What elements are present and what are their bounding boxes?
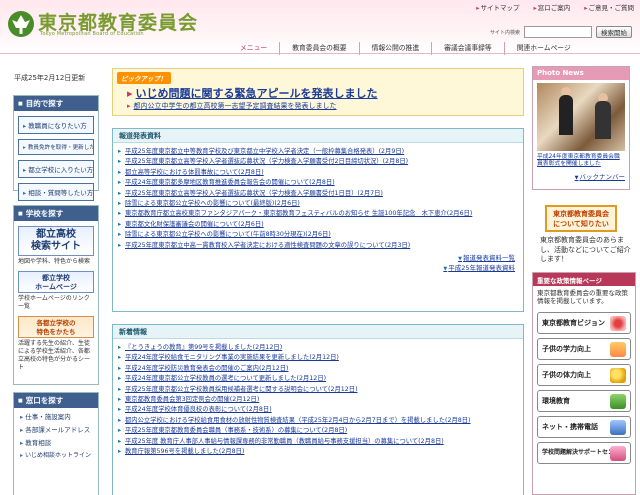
nav-menu: メニュー — [240, 44, 268, 52]
window-guide-link[interactable]: 窓口ご案内 — [533, 2, 571, 12]
list-item[interactable]: 除雪による東京都公立学校への影響について(午前8時30分現在)(2月6日) — [113, 230, 515, 240]
school-feature-banner[interactable]: 各都立学校の 特色をかたち — [18, 316, 94, 338]
policy-heading: 重要な政策情報ページ — [533, 273, 635, 286]
search-label: サイト内検索 — [489, 29, 520, 36]
press-2013-link[interactable]: 平成25年報道発表資料 — [121, 264, 515, 274]
photo-news-heading: Photo News — [533, 67, 629, 80]
nav-disclosure[interactable]: 情報公開の推進 — [358, 42, 432, 55]
top-links: サイトマップ 窓口ご案内 ご意見・ご質問 — [476, 2, 634, 12]
whats-new-heading: 新着情報 — [113, 325, 523, 339]
vision-icon — [610, 316, 626, 332]
update-date: 平成25年2月12日更新 — [14, 74, 86, 82]
school-search-heading: 学校を探す — [14, 206, 98, 221]
list-item[interactable]: 平成25年度東京都立中高一貫教育校入学者決定における適性検査問題の文章の誤りにつ… — [113, 241, 515, 251]
purpose-consult-button[interactable]: 相談・質問等したい方 — [18, 183, 94, 201]
photo-news-caption[interactable]: 平成24年度東京都教育委員会職員表彰式を開催しました — [533, 154, 629, 168]
whats-new-box: 新着情報 『とうきょうの教育』第99号を掲載しました(2月12日) 平成24年度… — [112, 324, 524, 495]
list-item[interactable]: 平成25年度東京都立高等学校入学者選抜応募状況（学力検査入学願書受付1日目）(2… — [113, 189, 515, 199]
search-area: サイト内検索 検索開始 — [490, 26, 632, 38]
policy-physical-button[interactable]: 子供の体力向上 — [537, 364, 631, 387]
feedback-link[interactable]: ご意見・ご質問 — [584, 2, 635, 12]
policy-label: 東京都教育ビジョン — [542, 319, 605, 328]
purpose-heading: 目的で探す — [14, 96, 98, 111]
policy-academic-button[interactable]: 子供の学力向上 — [537, 338, 631, 361]
press-list-link[interactable]: 報道発表資料一覧 — [121, 254, 515, 264]
photo-backnumber-link[interactable]: バックナンバー — [533, 168, 629, 184]
policy-support-center-button[interactable]: 学校問題解決サポートセンター — [537, 442, 631, 465]
global-nav: メニュー 教育委員会の概要 情報公開の推進 審議会議事録等 関連ホームページ — [240, 42, 640, 55]
nav-related[interactable]: 関連ホームページ — [503, 42, 583, 55]
site-header: 東京都教育委員会 Tokyo Metropolitan Board of Edu… — [0, 0, 640, 55]
list-item[interactable]: 東京都文化財保護審議会の開催について(2月6日) — [113, 220, 515, 230]
list-item[interactable]: 平成24年度東京都多摩地区教育推進委員会報告会の開催について(2月8日) — [113, 178, 515, 188]
purpose-box: 目的で探す 教職員になりたい方 教員免許を取得・更新したい方 都立学校に入りたい… — [13, 95, 99, 201]
list-item[interactable]: 平成25年度東京都立高等学校入学者選抜応募状況（学力検査入学願書受付2日目締切状… — [113, 157, 515, 167]
logo-subtitle: Tokyo Metropolitan Board of Education — [40, 31, 144, 37]
policy-box: 重要な政策情報ページ 東京都教育委員会の重要な政策情報を掲載しています。 東京都… — [532, 272, 636, 495]
policy-label: 子供の学力向上 — [542, 345, 591, 354]
list-item[interactable]: 平成24年度学校給食モニタリング事業の実施結果を更新しました(2月12日) — [113, 353, 515, 363]
leaf-icon — [610, 394, 626, 410]
nav-overview[interactable]: 教育委員会の概要 — [279, 42, 358, 55]
policy-environment-button[interactable]: 環境教育 — [537, 390, 631, 413]
purpose-teacher-button[interactable]: 教職員になりたい方 — [18, 116, 94, 134]
sitemap-link[interactable]: サイトマップ — [476, 2, 519, 12]
press-release-heading: 報道発表資料 — [113, 129, 523, 143]
photo-news-box: Photo News 平成24年度東京都教育委員会職員表彰式を開催しました バッ… — [532, 66, 630, 190]
school-search-box: 学校を探す 都立高校 検索サイト 地図や学科、特色から検索 都立学校 ホームペー… — [13, 205, 99, 385]
pickup-main-link[interactable]: いじめ問題に関する緊急アピールを発表しました — [127, 85, 378, 101]
list-item[interactable]: 平成25年度 教育庁人事部人事給与情報課専務的非常勤職員（教職員給与事務支援担当… — [113, 437, 515, 447]
hs-search-banner[interactable]: 都立高校 検索サイト — [18, 226, 94, 256]
school-homepage-caption: 学校ホームページのリンク一覧 — [18, 295, 90, 310]
window-consult-link[interactable]: 教育相談 — [20, 437, 92, 447]
policy-text: 東京都教育委員会の重要な政策情報を掲載しています。 — [537, 289, 628, 306]
press-release-list: 平成25年度東京都立中等教育学校及び東京都立中学校入学者決定（一般枠募集合格発表… — [113, 143, 523, 251]
window-box: 窓口を探す 仕事・施設案内 各部課メールアドレス 教育相談 いじめ相談ホットライ… — [13, 392, 99, 495]
list-item[interactable]: 除雪による東京都公立学校への影響について(最終版)(2月6日) — [113, 199, 515, 209]
school-feature-caption: 活躍する先生の紹介、生徒による学校生活紹介、各都立高校の特色が分かるシート — [18, 340, 91, 371]
phone-icon — [610, 420, 626, 436]
list-item[interactable]: 平成24年度学校体育優良校の表彰について(2月8日) — [113, 405, 515, 415]
pickup-sub-link[interactable]: 都内公立中学生の都立高校第一志望予定調査結果を発表しました — [127, 101, 337, 111]
list-item[interactable]: 平成25年度東京都公立学校教員採用候補者選考に関する説明会について(2月12日) — [113, 385, 515, 395]
press-more-links: 報道発表資料一覧 平成25年報道発表資料 — [113, 251, 523, 278]
search-button[interactable]: 検索開始 — [596, 26, 632, 38]
list-item[interactable]: 都立高等学校における体罰事故について(2月8日) — [113, 168, 515, 178]
photo-news-image[interactable] — [537, 83, 625, 151]
list-item[interactable]: 平成24年度学校防災教育発表会の開催のご案内(2月12日) — [113, 364, 515, 374]
whats-new-list: 『とうきょうの教育』第99号を掲載しました(2月12日) 平成24年度学校給食モ… — [113, 339, 523, 457]
list-item[interactable]: 都内公立学校における学校給食用食材の放射性物質検査結果（平成25年2月4日から2… — [113, 416, 515, 426]
list-item[interactable]: 平成25年度東京都立中等教育学校及び東京都立中学校入学者決定（一般枠募集合格発表… — [113, 147, 515, 157]
sports-icon — [610, 368, 626, 384]
policy-vision-button[interactable]: 東京都教育ビジョン — [537, 312, 631, 335]
list-item[interactable]: 教育庁報第596号を掲載しました(2月8日) — [113, 447, 515, 457]
policy-label: 子供の体力向上 — [542, 371, 591, 380]
pickup-box: ピックアップ！ いじめ問題に関する緊急アピールを発表しました 都内公立中学生の都… — [112, 68, 524, 116]
search-input[interactable] — [524, 26, 592, 38]
tokyo-logo-icon[interactable] — [6, 9, 36, 39]
pickup-badge: ピックアップ！ — [117, 72, 171, 84]
support-icon — [610, 446, 626, 462]
purpose-admission-button[interactable]: 都立学校に入りたい方 — [18, 160, 94, 178]
window-facility-link[interactable]: 仕事・施設案内 — [20, 411, 92, 421]
list-item[interactable]: 平成24年度東京都公立学校教員の選考について更新しました(2月12日) — [113, 374, 515, 384]
window-heading: 窓口を探す — [14, 393, 98, 408]
policy-net-phone-button[interactable]: ネット・携帯電話 — [537, 416, 631, 439]
about-board-banner[interactable]: 東京都教育委員会 について知りたい — [545, 205, 617, 232]
list-item[interactable]: 東京都教育庁都立高校東京ファンタジアパーク・東京都教育フェスティバルのお知らせ … — [113, 209, 515, 219]
nav-minutes[interactable]: 審議会議事録等 — [431, 42, 504, 55]
about-board-text: 東京都教育委員会のあらまし、活動などについてご紹介します！ — [540, 236, 631, 263]
study-icon — [610, 342, 626, 358]
window-bullying-link[interactable]: いじめ相談ホットライン — [20, 450, 92, 459]
list-item[interactable]: 『とうきょうの教育』第99号を掲載しました(2月12日) — [113, 343, 515, 353]
list-item[interactable]: 東京都教育委員会第3回定例会の開催(2月12日) — [113, 395, 515, 405]
list-item[interactable]: 平成25年度東京都教育委員会職員（事務系・技術系）の募集について(2月8日) — [113, 426, 515, 436]
hs-search-caption: 地図や学科、特色から検索 — [18, 258, 91, 265]
purpose-license-button[interactable]: 教員免許を取得・更新したい方 — [18, 139, 94, 155]
window-email-link[interactable]: 各部課メールアドレス — [20, 424, 92, 434]
policy-label: 環境教育 — [542, 397, 570, 406]
school-homepage-banner[interactable]: 都立学校 ホームページ — [18, 271, 94, 293]
press-release-box: 報道発表資料 平成25年度東京都立中等教育学校及び東京都立中学校入学者決定（一般… — [112, 128, 524, 312]
policy-label: ネット・携帯電話 — [542, 423, 598, 432]
